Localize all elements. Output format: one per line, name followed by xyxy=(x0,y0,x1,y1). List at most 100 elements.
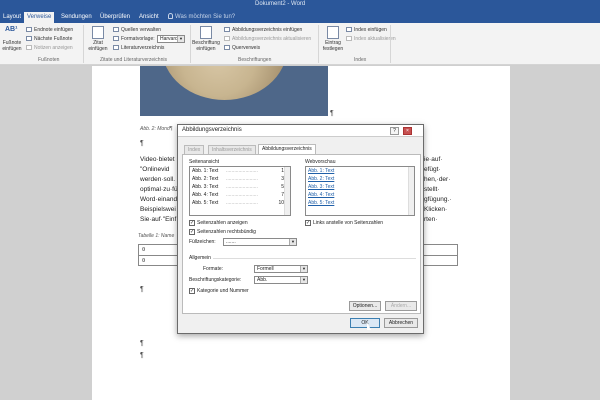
style-icon xyxy=(113,36,119,41)
insert-index-label: Index einfügen xyxy=(354,27,387,33)
insert-citation-button[interactable]: Zitat einfügen xyxy=(84,40,112,52)
body-line: efügt· xyxy=(424,166,441,173)
tell-me-text: Was möchten Sie tun? xyxy=(175,14,236,20)
tab-layout[interactable]: Layout xyxy=(0,12,24,23)
cross-reference-label: Querverweis xyxy=(232,45,261,51)
next-footnote-icon xyxy=(26,36,32,41)
next-footnote-label: Nächste Fußnote xyxy=(34,36,73,42)
insert-endnote-button[interactable]: Endnote einfügen xyxy=(26,27,73,33)
cross-reference-button[interactable]: Querverweis xyxy=(224,45,260,51)
group-separator xyxy=(318,25,319,63)
preview-entry: Abb. 2: Text....................... 3 xyxy=(192,176,284,182)
table-cell: ¤ xyxy=(142,258,146,264)
options-button[interactable]: Optionen... xyxy=(349,301,381,311)
body-line: werden·soll. xyxy=(140,176,176,183)
tab-verweise[interactable]: Verweise xyxy=(24,12,55,23)
update-index-button[interactable]: Index aktualisieren xyxy=(346,36,396,42)
chevron-down-icon: ▼ xyxy=(177,36,184,42)
leader-dots: ....................... xyxy=(226,200,258,206)
web-preview-link[interactable]: Abb. 4: Text xyxy=(308,192,334,198)
style-label: Formatvorlage: xyxy=(113,36,155,42)
ok-button[interactable]: OK xyxy=(350,318,380,328)
insert-index-icon xyxy=(346,27,352,32)
dialog-title-bar[interactable]: Abbildungsverzeichnis ? × xyxy=(178,125,423,137)
tab-sendungen[interactable]: Sendungen xyxy=(58,12,95,23)
body-line: Video·bietet xyxy=(140,156,175,163)
chevron-down-icon: ▼ xyxy=(300,266,307,272)
body-line: gfügung.· xyxy=(424,196,452,203)
tab-table-of-contents[interactable]: Inhaltsverzeichnis xyxy=(208,145,256,154)
show-notes-button[interactable]: Notizen anzeigen xyxy=(26,45,73,51)
preview-entry-label: Abb. 5: Text xyxy=(192,200,219,206)
print-preview-box: Abb. 1: Text....................... 1 Abb… xyxy=(189,166,291,216)
group-label-captions: Beschriftungen xyxy=(238,57,272,63)
tell-me-search[interactable]: Was möchten Sie tun? xyxy=(168,13,235,20)
show-page-numbers-checkbox[interactable]: ✓ xyxy=(189,220,195,226)
tab-table-of-figures[interactable]: Abbildungsverzeichnis xyxy=(258,144,316,154)
cross-reference-icon xyxy=(224,45,230,50)
tab-leader-value: ....... xyxy=(226,239,236,245)
tab-leader-label: Füllzeichen: xyxy=(189,239,216,245)
body-line: optimal·zu·fü xyxy=(140,186,178,193)
insert-footnote-icon[interactable]: AB¹ xyxy=(5,26,17,33)
tab-ansicht[interactable]: Ansicht xyxy=(136,12,162,23)
general-divider xyxy=(213,258,416,259)
chevron-down-icon: ▼ xyxy=(300,277,307,283)
insert-endnote-label: Endnote einfügen xyxy=(34,27,74,33)
ribbon: AB¹ Fußnote einfügen Endnote einfügen Nä… xyxy=(0,23,600,65)
figure-caption: Abb. 2: Mond¶ xyxy=(140,126,173,132)
mark-entry-button[interactable]: Eintrag festlegen xyxy=(320,40,346,52)
caption-label-value: Abb. xyxy=(257,277,268,283)
insert-table-of-figures-button[interactable]: Abbildungsverzeichnis einfügen xyxy=(224,27,302,33)
web-preview-link[interactable]: Abb. 5: Text xyxy=(308,200,334,206)
paragraph-mark: ¶ xyxy=(140,286,144,293)
bibliography-label: Literaturverzeichnis xyxy=(121,45,165,51)
tab-index[interactable]: Index xyxy=(184,145,205,154)
web-preview-link[interactable]: Abb. 2: Text xyxy=(308,176,334,182)
insert-caption-button[interactable]: Beschriftung einfügen xyxy=(190,40,222,52)
body-line: Word·einanda xyxy=(140,196,181,203)
table-of-figures-dialog: Abbildungsverzeichnis ? × Index Inhaltsv… xyxy=(177,124,424,334)
insert-citation-icon xyxy=(92,26,104,39)
scrollbar[interactable] xyxy=(284,167,290,215)
update-table-label: Abbildungsverzeichnis aktualisieren xyxy=(232,36,312,42)
leader-dots: ....................... xyxy=(226,184,258,190)
next-footnote-button[interactable]: Nächste Fußnote xyxy=(26,36,72,42)
insert-index-button[interactable]: Index einfügen xyxy=(346,27,387,33)
use-hyperlinks-checkbox[interactable]: ✓ xyxy=(305,220,311,226)
table-of-figures-icon xyxy=(224,27,230,32)
cancel-button[interactable]: Abbrechen xyxy=(384,318,418,328)
update-table-button[interactable]: Abbildungsverzeichnis aktualisieren xyxy=(224,36,311,42)
leader-dots: ....................... xyxy=(226,176,258,182)
scrollbar[interactable] xyxy=(408,167,414,215)
insert-footnote-button[interactable]: Fußnote einfügen xyxy=(1,40,23,52)
bibliography-button[interactable]: Literaturverzeichnis xyxy=(113,45,164,51)
tab-ueberpruefen[interactable]: Überprüfen xyxy=(97,12,133,23)
web-preview-box: Abb. 1: Text Abb. 2: Text Abb. 3: Text A… xyxy=(305,166,415,216)
close-button[interactable]: × xyxy=(403,127,412,135)
help-button[interactable]: ? xyxy=(390,127,399,135)
web-preview-link[interactable]: Abb. 1: Text xyxy=(308,168,334,174)
web-preview-link[interactable]: Abb. 3: Text xyxy=(308,184,334,190)
body-line: Klicken· xyxy=(424,206,448,213)
right-align-checkbox[interactable]: ✓ xyxy=(189,229,195,235)
style-select[interactable]: Harvard ▼ xyxy=(157,35,185,43)
body-line: stellt· xyxy=(424,186,440,193)
moon-disc xyxy=(162,66,287,100)
paragraph-mark: ¶ xyxy=(140,352,144,359)
caption-label-select[interactable]: Abb. ▼ xyxy=(254,276,308,284)
include-label-checkbox[interactable]: ✓ xyxy=(189,288,195,294)
tab-leader-select[interactable]: ....... ▼ xyxy=(223,238,297,246)
modify-button[interactable]: Ändern... xyxy=(385,301,417,311)
leader-dots: ....................... xyxy=(226,168,258,174)
preview-entry: Abb. 4: Text....................... 7 xyxy=(192,192,284,198)
group-separator xyxy=(390,25,391,63)
formats-select[interactable]: Formell ▼ xyxy=(254,265,308,273)
title-bar: Dokument2 - Word xyxy=(0,0,600,10)
window-title: Dokument2 - Word xyxy=(255,1,306,7)
moon-image[interactable] xyxy=(140,66,328,116)
body-line: Sie·auf·"Einf xyxy=(140,216,177,223)
manage-sources-button[interactable]: Quellen verwalten xyxy=(113,27,161,33)
manage-sources-label: Quellen verwalten xyxy=(121,27,162,33)
preview-entry-label: Abb. 2: Text xyxy=(192,176,219,182)
